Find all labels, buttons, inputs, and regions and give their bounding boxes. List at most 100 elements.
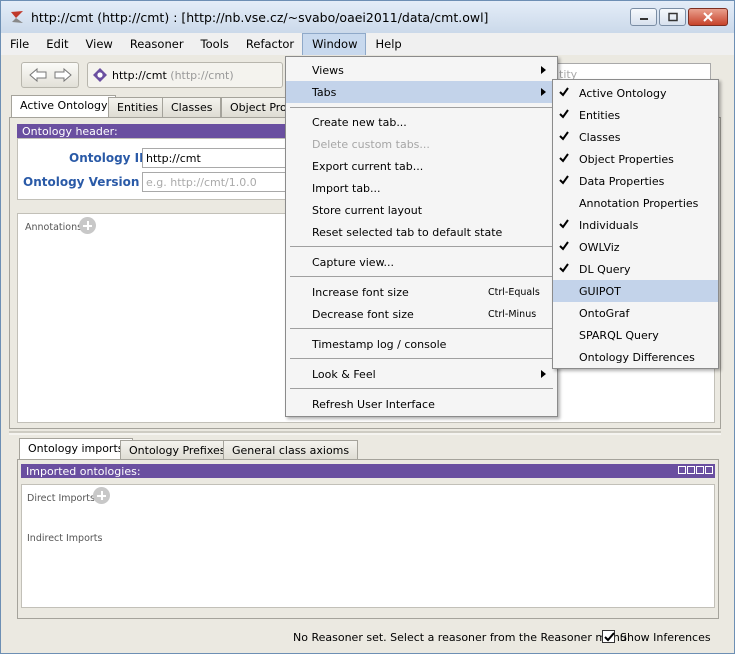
menu-window[interactable]: Window: [302, 33, 367, 55]
tab-general-class-axioms[interactable]: General class axioms: [223, 440, 359, 460]
show-inferences-label: Show Inferences: [620, 631, 711, 644]
tab-toggle-annotation-properties[interactable]: Annotation Properties: [553, 192, 718, 214]
ontology-version-iri-label: Ontology Version IRI: [23, 175, 162, 189]
tab-toggle-individuals[interactable]: Individuals: [553, 214, 718, 236]
tab-classes[interactable]: Classes: [162, 97, 222, 117]
ontology-iri-label: Ontology IRI: [69, 151, 153, 165]
window-menu-dropdown: Views Tabs Create new tab... Delete cust…: [285, 56, 558, 417]
maximize-button[interactable]: [659, 8, 686, 26]
forward-arrow-icon[interactable]: [53, 67, 73, 83]
check-icon: [559, 241, 569, 251]
menu-bar: File Edit View Reasoner Tools Refactor W…: [1, 33, 734, 55]
tab-toggle-active-ontology[interactable]: Active Ontology: [553, 82, 718, 104]
close-icon: [703, 12, 713, 22]
check-icon: [559, 219, 569, 229]
tab-toggle-owlviz[interactable]: OWLViz: [553, 236, 718, 258]
check-icon: [559, 87, 569, 97]
add-annotation-icon[interactable]: [79, 217, 96, 234]
menu-item-store-current-layout[interactable]: Store current layout: [286, 199, 557, 221]
check-icon: [559, 175, 569, 185]
imports-panel: Direct Imports Indirect Imports: [21, 484, 715, 608]
check-icon: [559, 153, 569, 163]
menu-item-refresh-ui[interactable]: Refresh User Interface: [286, 393, 557, 415]
close-button[interactable]: [688, 8, 728, 26]
ontology-iri-field[interactable]: http://cmt: [142, 148, 292, 168]
float-view-icon[interactable]: [696, 466, 704, 474]
menu-separator: [290, 276, 553, 277]
menu-view[interactable]: View: [77, 33, 121, 55]
minimize-button[interactable]: [630, 8, 657, 26]
check-icon: [559, 131, 569, 141]
tab-toggle-guipot[interactable]: GUIPOT: [553, 280, 718, 302]
imported-ontologies-title: Imported ontologies:: [21, 464, 715, 478]
tab-ontology-prefixes[interactable]: Ontology Prefixes: [120, 440, 235, 460]
submenu-arrow-icon: [541, 66, 546, 74]
menu-tools[interactable]: Tools: [192, 33, 237, 55]
submenu-arrow-icon: [541, 370, 546, 378]
menu-edit[interactable]: Edit: [37, 33, 76, 55]
menu-item-increase-font-size[interactable]: Increase font size Ctrl-Equals: [286, 281, 557, 303]
bottom-tab-strip: Ontology imports Ontology Prefixes Gener…: [17, 438, 717, 460]
menu-refactor[interactable]: Refactor: [237, 33, 302, 55]
tab-entities[interactable]: Entities: [108, 97, 168, 117]
submenu-arrow-icon: [541, 88, 546, 96]
check-icon: [559, 109, 569, 119]
ontology-iri-display: http://cmt (http://cmt): [112, 69, 234, 82]
check-icon: [604, 632, 615, 642]
menu-separator: [290, 107, 553, 108]
tabs-submenu: Active Ontology Entities Classes Object …: [552, 79, 719, 369]
menu-item-export-current-tab[interactable]: Export current tab...: [286, 155, 557, 177]
protege-app-icon: [11, 11, 23, 23]
pin-view-icon[interactable]: [678, 466, 686, 474]
close-view-icon[interactable]: [705, 466, 713, 474]
menu-item-capture-view[interactable]: Capture view...: [286, 251, 557, 273]
menu-separator: [290, 246, 553, 247]
active-ontology-selector[interactable]: http://cmt (http://cmt): [87, 62, 283, 88]
minimize-icon: [639, 18, 648, 20]
split-view-icon[interactable]: [687, 466, 695, 474]
tab-toggle-classes[interactable]: Classes: [553, 126, 718, 148]
status-bar: No Reasoner set. Select a reasoner from …: [1, 621, 734, 653]
maximize-icon: [667, 12, 678, 22]
show-inferences-checkbox[interactable]: [602, 630, 615, 643]
window-title: http://cmt (http://cmt) : [http://nb.vse…: [31, 10, 489, 25]
reasoner-status-text: No Reasoner set. Select a reasoner from …: [293, 631, 627, 644]
tab-ontology-imports[interactable]: Ontology imports: [19, 438, 133, 460]
add-import-icon[interactable]: [93, 487, 110, 504]
menu-item-views[interactable]: Views: [286, 59, 557, 81]
menu-item-create-new-tab[interactable]: Create new tab...: [286, 111, 557, 133]
menu-reasoner[interactable]: Reasoner: [121, 33, 192, 55]
app-window: http://cmt (http://cmt) : [http://nb.vse…: [0, 0, 735, 654]
menu-item-look-and-feel[interactable]: Look & Feel: [286, 363, 557, 385]
menu-item-delete-custom-tabs: Delete custom tabs...: [312, 138, 430, 151]
tab-toggle-ontograf[interactable]: OntoGraf: [553, 302, 718, 324]
direct-imports-label: Direct Imports: [27, 493, 95, 504]
menu-file[interactable]: File: [1, 33, 37, 55]
menu-separator: [290, 388, 553, 389]
tab-toggle-sparql-query[interactable]: SPARQL Query: [553, 324, 718, 346]
imports-container: Imported ontologies: Direct Imports Indi…: [17, 459, 719, 619]
tab-active-ontology[interactable]: Active Ontology: [11, 95, 117, 117]
tab-toggle-object-properties[interactable]: Object Properties: [553, 148, 718, 170]
ontology-version-iri-field[interactable]: e.g. http://cmt/1.0.0: [142, 172, 292, 192]
indirect-imports-label: Indirect Imports: [27, 533, 103, 544]
menu-item-tabs[interactable]: Tabs: [286, 81, 557, 103]
ontology-icon: [93, 68, 107, 82]
tab-toggle-dl-query[interactable]: DL Query: [553, 258, 718, 280]
tab-toggle-data-properties[interactable]: Data Properties: [553, 170, 718, 192]
menu-separator: [290, 358, 553, 359]
menu-item-decrease-font-size[interactable]: Decrease font size Ctrl-Minus: [286, 303, 557, 325]
back-arrow-icon[interactable]: [28, 67, 48, 83]
menu-item-import-tab[interactable]: Import tab...: [286, 177, 557, 199]
title-bar[interactable]: http://cmt (http://cmt) : [http://nb.vse…: [1, 1, 734, 33]
menu-item-timestamp-log[interactable]: Timestamp log / console: [286, 333, 557, 355]
check-icon: [559, 263, 569, 273]
tab-toggle-ontology-differences[interactable]: Ontology Differences: [553, 346, 718, 368]
menu-help[interactable]: Help: [366, 33, 409, 55]
tab-toggle-entities[interactable]: Entities: [553, 104, 718, 126]
split-pane-divider[interactable]: [9, 431, 721, 435]
view-controls: [678, 466, 713, 474]
window-controls: [630, 8, 728, 26]
menu-item-reset-selected-tab[interactable]: Reset selected tab to default state: [286, 221, 557, 243]
nav-button-group: [21, 62, 79, 88]
